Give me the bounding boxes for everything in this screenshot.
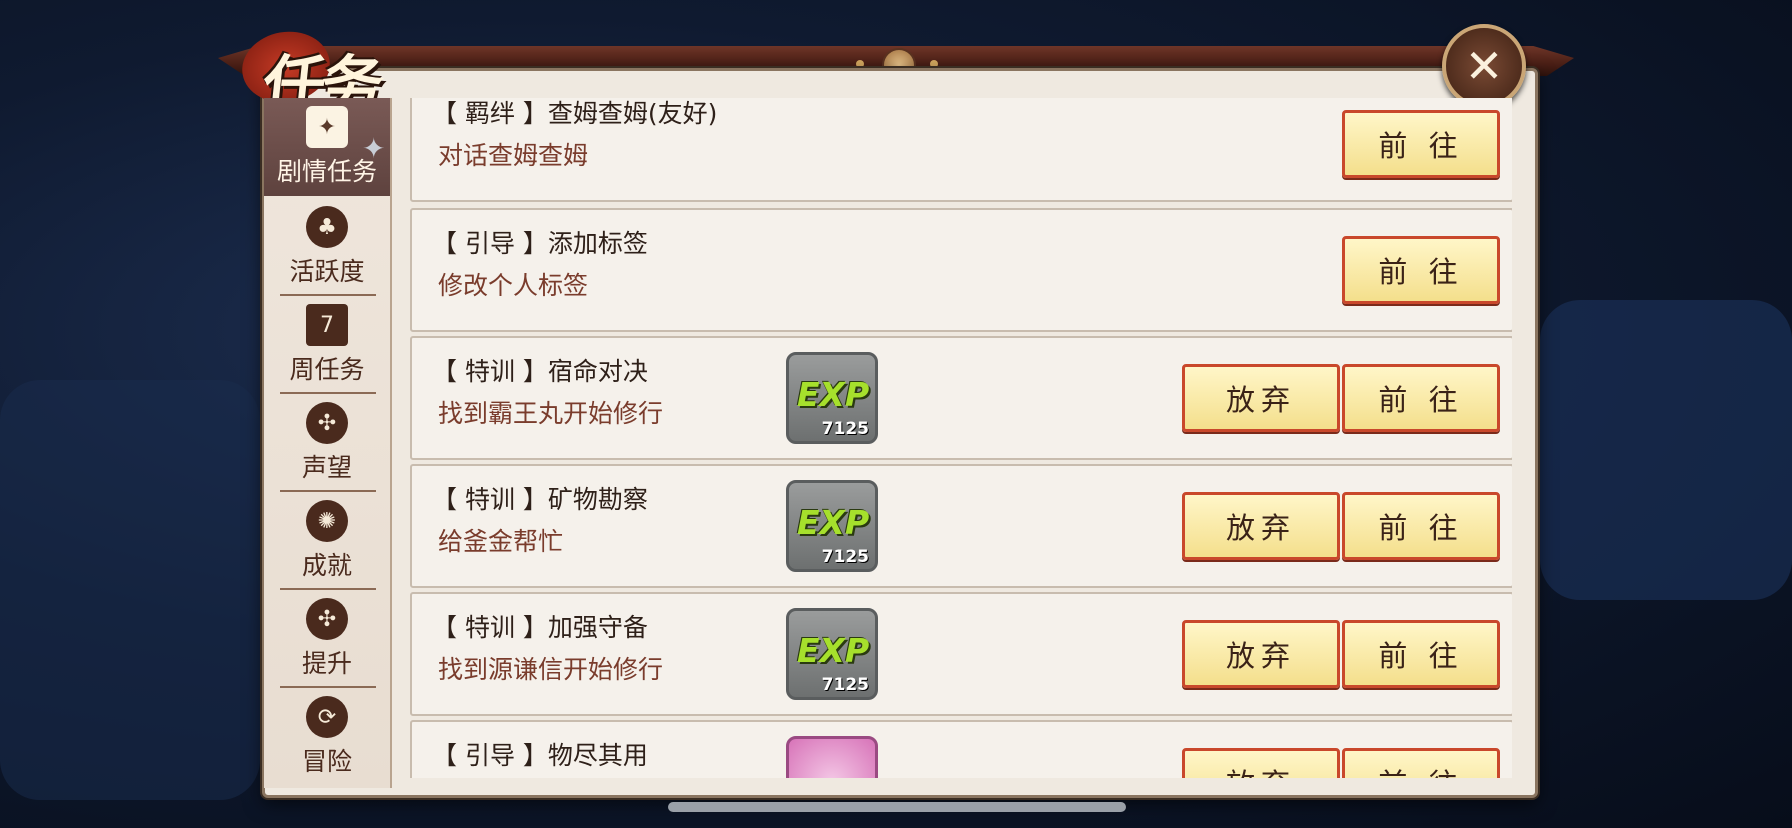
exp-amount: 7125: [821, 675, 869, 695]
quest-row: 【 特训 】加强守备 找到源谦信开始修行 EXP 7125 放弃 前 往: [410, 592, 1512, 716]
exp-amount: 7125: [821, 419, 869, 439]
abandon-button[interactable]: 放弃: [1182, 364, 1340, 432]
quest-row: 【 羁绊 】查姆查姆(友好) 对话查姆查姆 前 往: [410, 98, 1512, 202]
close-button[interactable]: ✕: [1442, 24, 1526, 108]
sidebar-item-reputation[interactable]: ✣ 声望: [264, 394, 390, 492]
rail-dot: [930, 60, 938, 68]
quest-title: 【 引导 】添加标签: [432, 229, 648, 258]
go-button[interactable]: 前 往: [1342, 620, 1500, 688]
go-button[interactable]: 前 往: [1342, 748, 1500, 778]
abandon-button[interactable]: 放弃: [1182, 620, 1340, 688]
exp-label: EXP: [797, 375, 870, 414]
exp-reward-icon[interactable]: EXP 7125: [786, 608, 878, 700]
background-rock: [1540, 300, 1792, 600]
sidebar-item-activity[interactable]: ♣ 活跃度: [264, 198, 390, 296]
abandon-button[interactable]: 放弃: [1182, 492, 1340, 560]
exp-reward-icon[interactable]: EXP 7125: [786, 480, 878, 572]
quest-row: 【 引导 】物尽其用 放弃 前 往: [410, 720, 1512, 778]
quest-title: 【 特训 】矿物勘察: [432, 485, 648, 514]
go-button[interactable]: 前 往: [1342, 236, 1500, 304]
quest-description: 对话查姆查姆: [438, 141, 589, 170]
sidebar-item-story[interactable]: ✦ 剧情任务 ✦: [264, 98, 390, 196]
emblem-icon: ✣: [306, 402, 348, 444]
exp-amount: 7125: [821, 547, 869, 567]
exp-label: EXP: [797, 631, 870, 670]
swirl-icon: ✺: [306, 500, 348, 542]
home-indicator[interactable]: [668, 802, 1126, 812]
scroll-icon: ✦: [306, 106, 348, 148]
quest-row: 【 特训 】矿物勘察 给釜金帮忙 EXP 7125 放弃 前 往: [410, 464, 1512, 588]
window-title-badge: 任务: [228, 20, 428, 121]
sidebar-item-label: 声望: [301, 453, 352, 482]
quest-title: 【 引导 】物尽其用: [432, 741, 648, 770]
sidebar-item-label: 周任务: [289, 355, 365, 384]
quest-description: 找到霸王丸开始修行: [438, 399, 664, 428]
quest-row: 【 特训 】宿命对决 找到霸王丸开始修行 EXP 7125 放弃 前 往: [410, 336, 1512, 460]
quest-description: 找到源谦信开始修行: [438, 655, 664, 684]
quest-title: 【 特训 】宿命对决: [432, 357, 648, 386]
item-reward-icon[interactable]: [786, 736, 878, 778]
shuriken-icon: ✦: [362, 132, 386, 165]
upgrade-icon: ✣: [306, 598, 348, 640]
sidebar-item-adventure[interactable]: ⟳ 冒险: [264, 688, 390, 786]
quest-category-sidebar: ✦ 剧情任务 ✦ ♣ 活跃度 7 周任务 ✣ 声望 ✺ 成就 ✣ 提升 ⟳ 冒险: [264, 98, 392, 788]
quest-title: 【 特训 】加强守备: [432, 613, 648, 642]
quest-list[interactable]: 【 羁绊 】查姆查姆(友好) 对话查姆查姆 前 往 【 引导 】添加标签 修改个…: [408, 98, 1512, 778]
quest-row: 【 引导 】添加标签 修改个人标签 前 往: [410, 208, 1512, 332]
sidebar-item-label: 冒险: [301, 747, 352, 776]
abandon-button[interactable]: 放弃: [1182, 748, 1340, 778]
quest-description: 给釜金帮忙: [438, 527, 564, 556]
go-button[interactable]: 前 往: [1342, 364, 1500, 432]
quest-description: 修改个人标签: [438, 271, 589, 300]
background-rock: [0, 380, 260, 800]
sidebar-item-upgrade[interactable]: ✣ 提升: [264, 590, 390, 688]
sidebar-item-weekly[interactable]: 7 周任务: [264, 296, 390, 394]
exp-reward-icon[interactable]: EXP 7125: [786, 352, 878, 444]
close-icon: ✕: [1464, 39, 1504, 93]
sidebar-item-label: 成就: [301, 551, 352, 580]
go-button[interactable]: 前 往: [1342, 110, 1500, 178]
go-button[interactable]: 前 往: [1342, 492, 1500, 560]
sidebar-item-label: 活跃度: [289, 257, 365, 286]
calendar-icon: 7: [306, 304, 348, 346]
exp-label: EXP: [797, 503, 870, 542]
adventure-icon: ⟳: [306, 696, 348, 738]
quest-title: 【 羁绊 】查姆查姆(友好): [432, 99, 718, 128]
clover-icon: ♣: [306, 206, 348, 248]
rail-dot: [856, 60, 864, 68]
sidebar-item-label: 提升: [301, 649, 352, 678]
sidebar-item-achievement[interactable]: ✺ 成就: [264, 492, 390, 590]
